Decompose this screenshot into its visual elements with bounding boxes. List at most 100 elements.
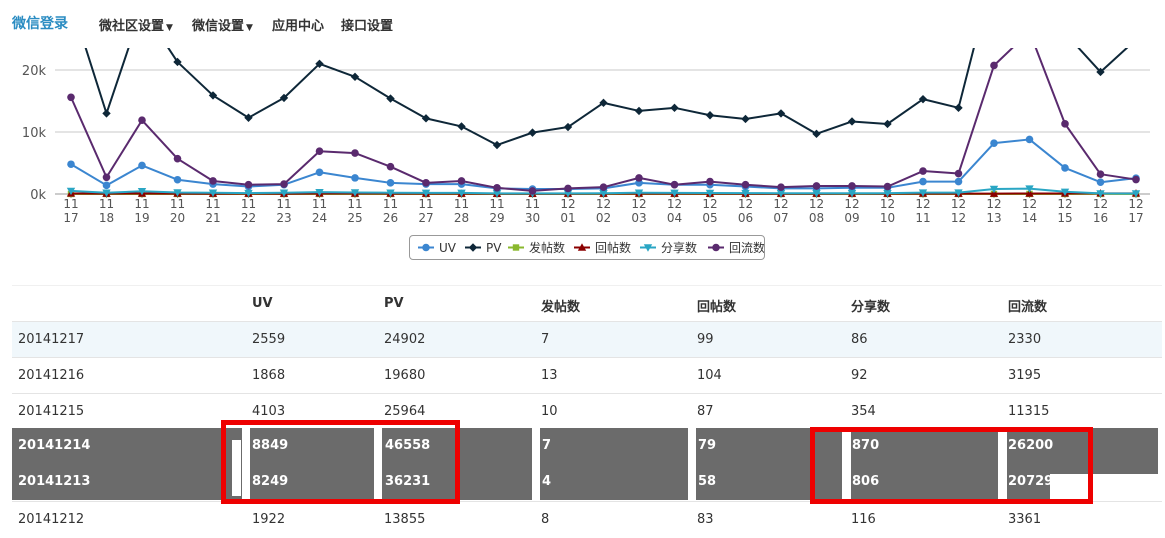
data-point: [742, 181, 750, 189]
x-tick-label-month: 12: [596, 197, 611, 211]
data-point: [316, 169, 324, 177]
data-point: [777, 183, 785, 191]
data-point: [670, 104, 678, 112]
x-tick-label-day: 13: [986, 211, 1001, 225]
x-tick-label-month: 12: [667, 197, 682, 211]
data-point: [387, 179, 395, 187]
data-point: [493, 184, 501, 192]
x-tick-label-month: 12: [809, 197, 824, 211]
data-point: [67, 93, 75, 101]
selection-block: [540, 428, 688, 500]
data-point: [990, 139, 998, 147]
x-tick-label-day: 18: [99, 211, 114, 225]
cell-date: 20141213: [18, 474, 90, 489]
data-point: [884, 183, 892, 191]
cell-date: 20141216: [18, 368, 84, 383]
data-point: [955, 178, 963, 186]
legend-marker: [469, 243, 477, 251]
data-point: [351, 174, 359, 182]
data-point: [529, 187, 537, 195]
chart-legend: UVPV发帖数回帖数分享数回流数: [409, 235, 765, 260]
data-point: [422, 179, 430, 187]
cell-replies: 58: [698, 474, 716, 489]
caret-down-icon: ▼: [166, 23, 173, 33]
legend-label: 分享数: [661, 240, 697, 255]
x-tick-label-day: 05: [702, 211, 717, 225]
col-header-returns[interactable]: 回流数: [1008, 296, 1047, 315]
data-point: [1061, 164, 1069, 172]
x-tick-label-day: 08: [809, 211, 824, 225]
x-tick-label-month: 11: [63, 197, 78, 211]
data-point: [1097, 178, 1105, 186]
x-tick-label-day: 07: [773, 211, 788, 225]
cell-uv: 1868: [252, 368, 285, 383]
data-point: [635, 107, 643, 115]
series-line-1: [71, 40, 1136, 145]
data-point: [458, 177, 466, 185]
x-tick-label-month: 11: [241, 197, 256, 211]
data-point: [919, 167, 927, 175]
data-point: [174, 176, 182, 184]
x-tick-label-day: 14: [1022, 211, 1037, 225]
x-tick-label-day: 15: [1057, 211, 1072, 225]
cell-shares: 86: [851, 332, 868, 347]
data-point: [1132, 176, 1140, 184]
x-tick-label-month: 11: [99, 197, 114, 211]
data-point: [103, 173, 111, 181]
col-header-posts[interactable]: 发帖数: [541, 296, 580, 315]
legend-marker: [422, 244, 430, 252]
cell-posts: 4: [542, 474, 551, 489]
data-point: [1061, 120, 1069, 128]
data-point: [848, 117, 856, 125]
x-tick-label-day: 30: [525, 211, 540, 225]
legend-marker: [712, 244, 720, 252]
cell-uv: 4103: [252, 404, 285, 419]
data-point: [103, 182, 111, 190]
cell-pv: 25964: [384, 404, 425, 419]
data-point: [245, 181, 253, 189]
x-tick-label-month: 11: [454, 197, 469, 211]
x-tick-label-day: 21: [205, 211, 220, 225]
nav-item-app-center[interactable]: 应用中心: [272, 15, 324, 34]
cell-date: 20141214: [18, 438, 90, 453]
cell-shares: 354: [851, 404, 876, 419]
data-point: [600, 183, 608, 191]
data-point: [919, 178, 927, 186]
x-tick-label-day: 16: [1093, 211, 1108, 225]
y-tick-label: 0k: [30, 188, 46, 203]
x-tick-label-day: 09: [844, 211, 859, 225]
nav-brand[interactable]: 微信登录: [12, 13, 68, 33]
nav-item-api-settings[interactable]: 接口设置: [341, 15, 393, 34]
data-point: [67, 160, 75, 168]
col-header-pv[interactable]: PV: [384, 296, 404, 311]
data-point: [777, 109, 785, 117]
data-point: [671, 181, 679, 189]
legend-label: 回流数: [729, 240, 764, 255]
table-row: 20141216 1868 19680 13 104 92 3195: [12, 357, 1162, 394]
cell-date: 20141217: [18, 332, 84, 347]
x-tick-label-day: 12: [951, 211, 966, 225]
x-tick-label-month: 12: [880, 197, 895, 211]
col-header-uv[interactable]: UV: [252, 296, 273, 311]
nav-item-wechat-settings[interactable]: 微信设置▼: [192, 15, 253, 34]
x-tick-label-day: 26: [383, 211, 398, 225]
x-tick-label-month: 12: [986, 197, 1001, 211]
x-tick-label-month: 11: [489, 197, 504, 211]
col-header-shares[interactable]: 分享数: [851, 296, 890, 315]
x-tick-label-day: 23: [276, 211, 291, 225]
x-tick-label-month: 12: [915, 197, 930, 211]
col-header-replies[interactable]: 回帖数: [697, 296, 736, 315]
data-point: [209, 177, 217, 185]
data-point: [387, 163, 395, 171]
x-tick-label-day: 24: [312, 211, 327, 225]
data-point: [493, 141, 501, 149]
nav-item-community-settings[interactable]: 微社区设置▼: [99, 15, 173, 34]
x-tick-label-month: 12: [738, 197, 753, 211]
x-tick-label-month: 12: [773, 197, 788, 211]
data-point: [741, 115, 749, 123]
data-point: [174, 155, 182, 163]
table-row: 20141215 4103 25964 10 87 354 11315: [12, 393, 1162, 430]
x-tick-label-month: 11: [347, 197, 362, 211]
x-tick-label-day: 25: [347, 211, 362, 225]
x-tick-label-month: 11: [205, 197, 220, 211]
